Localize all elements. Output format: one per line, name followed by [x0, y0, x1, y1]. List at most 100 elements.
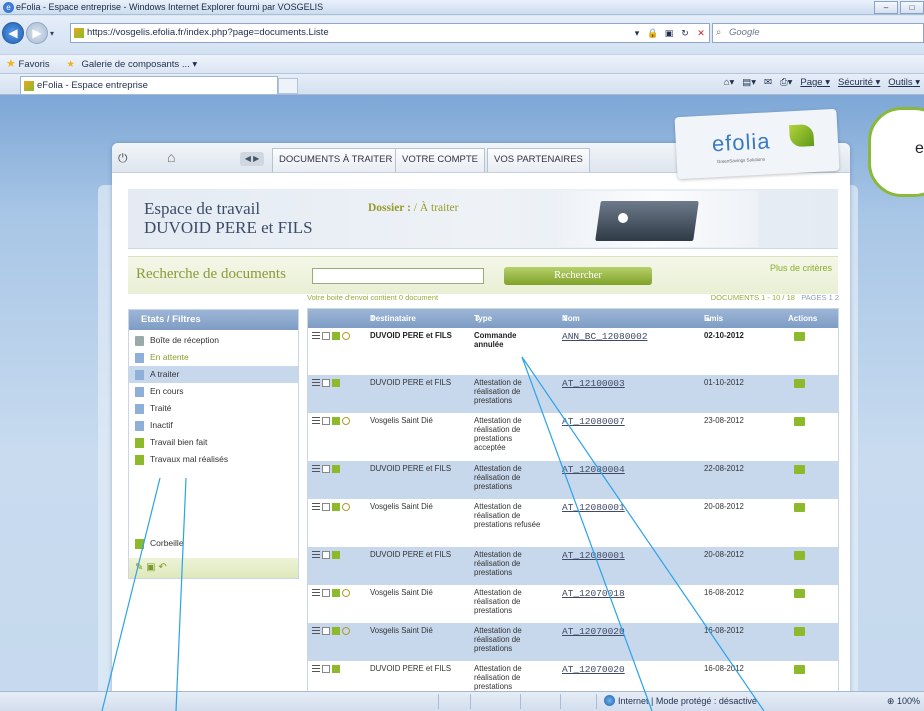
magnifier-icon[interactable] [342, 417, 350, 425]
tab-documents-a-traiter[interactable]: DOCUMENTS À TRAITER [272, 148, 400, 172]
drag-handle-icon[interactable] [312, 465, 320, 473]
col-type[interactable]: Type ⇕ [474, 309, 492, 328]
info-icon[interactable] [332, 465, 340, 473]
zoom-level[interactable]: ⊕ 100% [887, 692, 920, 710]
info-icon[interactable] [332, 417, 340, 425]
row-nom-link[interactable]: AT_12070018 [562, 588, 625, 599]
row-nom-link[interactable]: AT_12100003 [562, 378, 625, 389]
sidebar-item-corbeille[interactable]: Corbeille [129, 535, 298, 552]
magnifier-icon[interactable] [342, 627, 350, 635]
address-bar[interactable]: https://vosgelis.efolia.fr/index.php?pag… [70, 23, 710, 43]
new-tab-button[interactable] [278, 78, 298, 94]
info-icon[interactable] [332, 551, 340, 559]
row-action-icon[interactable] [794, 627, 805, 636]
stop-icon[interactable]: ✕ [693, 26, 709, 40]
table-row[interactable]: DUVOID PERE et FILS Attestation de réalis… [308, 461, 838, 499]
col-nom[interactable]: Nom ⇕ [562, 309, 580, 328]
drag-handle-icon[interactable] [312, 417, 320, 425]
home-nav-icon[interactable]: ⌂ [167, 149, 175, 165]
row-checkbox[interactable] [322, 551, 330, 559]
row-nom-link[interactable]: ANN_BC_12080002 [562, 331, 648, 342]
info-icon[interactable] [332, 589, 340, 597]
row-nom-link[interactable]: AT_12070020 [562, 626, 625, 637]
col-emis-le[interactable]: Emis le ▲ [704, 309, 723, 342]
search-box[interactable]: ⌕ Google [712, 23, 924, 43]
favorites-button[interactable]: Favoris [19, 59, 50, 70]
gallery-link[interactable]: Galerie de composants ... [81, 59, 189, 70]
row-checkbox[interactable] [322, 589, 330, 597]
sidebar-item-en-attente[interactable]: En attente [129, 349, 298, 366]
row-action-icon[interactable] [794, 332, 805, 341]
tab-votre-compte[interactable]: VOTRE COMPTE [395, 148, 486, 172]
sidebar-item-boite-reception[interactable]: Boîte de réception [129, 332, 298, 349]
info-icon[interactable] [332, 503, 340, 511]
info-icon[interactable] [332, 379, 340, 387]
row-action-icon[interactable] [794, 379, 805, 388]
table-row[interactable]: DUVOID PERE et FILS Attestation de réalis… [308, 375, 838, 413]
row-checkbox[interactable] [322, 417, 330, 425]
history-dropdown-icon[interactable]: ▾ [50, 29, 54, 38]
lock-icon[interactable]: 🔒 [645, 26, 661, 40]
row-action-icon[interactable] [794, 417, 805, 426]
row-action-icon[interactable] [794, 589, 805, 598]
drag-handle-icon[interactable] [312, 551, 320, 559]
drag-handle-icon[interactable] [312, 332, 320, 340]
row-checkbox[interactable] [322, 465, 330, 473]
row-checkbox[interactable] [322, 379, 330, 387]
drag-handle-icon[interactable] [312, 503, 320, 511]
row-nom-link[interactable]: AT_12080007 [562, 416, 625, 427]
magnifier-icon[interactable] [342, 589, 350, 597]
power-icon[interactable]: ⏻ [118, 151, 128, 166]
info-icon[interactable] [332, 332, 340, 340]
row-action-icon[interactable] [794, 665, 805, 674]
sidebar-item-en-cours[interactable]: En cours [129, 383, 298, 400]
tab-vos-partenaires[interactable]: VOS PARTENAIRES [487, 148, 590, 172]
info-icon[interactable] [332, 665, 340, 673]
table-row[interactable]: DUVOID PERE et FILS Commande annulée ANN_B… [308, 328, 838, 375]
print-icon[interactable]: ⎙▾ [780, 77, 792, 88]
table-row[interactable]: Vosgelis Saint Dié Attestation de réalisa… [308, 623, 838, 661]
forward-button[interactable]: ▶ [26, 22, 48, 44]
table-row[interactable]: Vosgelis Saint Dié Attestation de réalisa… [308, 499, 838, 547]
document-search-input[interactable] [312, 268, 484, 284]
sidebar-item-a-traiter[interactable]: A traiter [129, 366, 298, 383]
minimize-button[interactable]: – [874, 1, 898, 14]
table-row[interactable]: DUVOID PERE et FILS Attestation de réalis… [308, 661, 838, 691]
table-row[interactable]: Vosgelis Saint Dié Attestation de réalisa… [308, 413, 838, 461]
row-nom-link[interactable]: AT_12080001 [562, 502, 625, 513]
favorites-star-icon[interactable]: ★ [6, 58, 16, 70]
sidebar-item-travail-bien-fait[interactable]: Travail bien fait [129, 434, 298, 451]
sidebar-item-inactif[interactable]: Inactif [129, 417, 298, 434]
drag-handle-icon[interactable] [312, 379, 320, 387]
row-checkbox[interactable] [322, 627, 330, 635]
tools-menu[interactable]: Outils ▾ [888, 77, 920, 88]
home-icon[interactable]: ⌂▾ [724, 77, 735, 88]
nav-arrows-icon[interactable]: ◀ ▶ [240, 152, 264, 166]
row-action-icon[interactable] [794, 503, 805, 512]
info-icon[interactable] [332, 627, 340, 635]
compat-icon[interactable]: ▣ [661, 26, 677, 40]
row-nom-link[interactable]: AT_12070020 [562, 664, 625, 675]
gallery-dropdown-icon[interactable]: ▾ [192, 59, 197, 70]
row-action-icon[interactable] [794, 465, 805, 474]
new-filter-icon[interactable]: ▣ [146, 562, 155, 573]
more-criteria-link[interactable]: Plus de critères [770, 263, 832, 273]
row-checkbox[interactable] [322, 332, 330, 340]
feeds-icon[interactable]: ▤▾ [742, 77, 756, 88]
row-nom-link[interactable]: AT_12080004 [562, 464, 625, 475]
browser-tab[interactable]: eFolia - Espace entreprise [20, 76, 278, 94]
table-row[interactable]: DUVOID PERE et FILS Attestation de réalis… [308, 547, 838, 585]
row-action-icon[interactable] [794, 551, 805, 560]
sidebar-item-travaux-mal-realises[interactable]: Travaux mal réalisés [129, 451, 298, 468]
drag-handle-icon[interactable] [312, 589, 320, 597]
search-button[interactable]: Rechercher [504, 267, 652, 285]
sidebar-item-traite[interactable]: Traité [129, 400, 298, 417]
drag-handle-icon[interactable] [312, 627, 320, 635]
table-row[interactable]: Vosgelis Saint Dié Attestation de réalisa… [308, 585, 838, 623]
row-checkbox[interactable] [322, 503, 330, 511]
edit-filter-icon[interactable]: ✎ [135, 562, 143, 573]
row-checkbox[interactable] [322, 665, 330, 673]
back-button[interactable]: ◀ [2, 22, 24, 44]
mail-icon[interactable]: ✉ [764, 77, 772, 88]
magnifier-icon[interactable] [342, 503, 350, 511]
